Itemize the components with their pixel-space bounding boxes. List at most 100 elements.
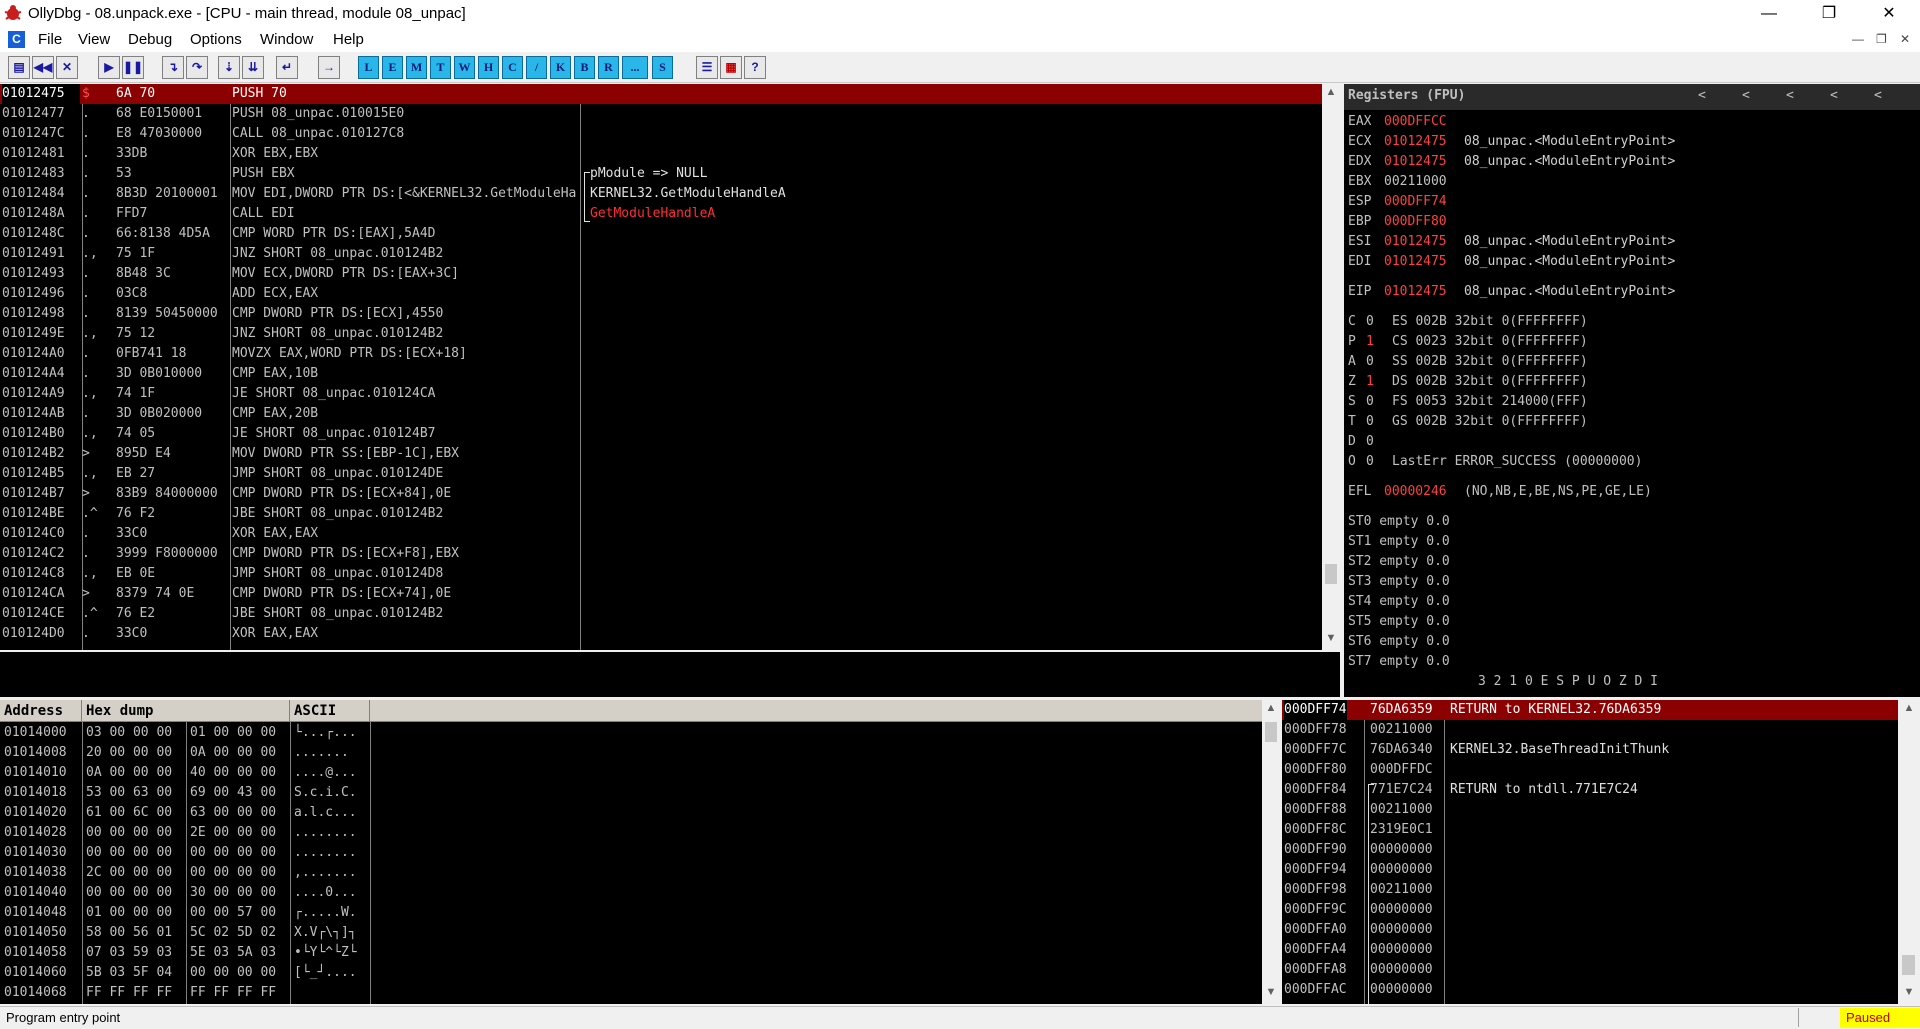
fpu-row[interactable]: ST4 empty 0.0 [1348, 592, 1918, 612]
disasm-row[interactable]: 010124C0. 33C0 XOR EAX,EAX [0, 524, 1322, 544]
disasm-row[interactable]: 010124D0. 33C0 XOR EAX,EAX [0, 624, 1322, 644]
dump-scroll-thumb[interactable] [1265, 722, 1277, 742]
disasm-row[interactable]: 0101248A. FFD7 CALL EDI GetModuleHandleA [0, 204, 1322, 224]
stack-row[interactable]: 000DFFA0 00000000 [1282, 920, 1898, 940]
stack-scroll-up-icon[interactable]: ▲ [1898, 702, 1920, 714]
step-into-icon[interactable]: ↴ [162, 56, 184, 79]
flag-row[interactable]: T 0 GS 002B 32bit 0(FFFFFFFF) [1348, 412, 1918, 432]
dump-scroll-down-icon[interactable]: ▼ [1262, 986, 1280, 998]
step-over-icon[interactable]: ↷ [186, 56, 208, 79]
fpu-row[interactable]: ST3 empty 0.0 [1348, 572, 1918, 592]
register-row[interactable]: EBX 00211000 [1348, 172, 1918, 192]
disasm-row[interactable]: 010124C2. 3999 F8000000 CMP DWORD PTR DS:[… [0, 544, 1322, 564]
register-value[interactable]: 01012475 [1384, 132, 1447, 152]
grid-icon[interactable]: ▦ [720, 56, 742, 79]
scroll-down-arrow-icon[interactable]: ▼ [1322, 632, 1340, 644]
flag-value[interactable]: 0 [1366, 392, 1374, 412]
disasm-row[interactable]: 01012475 $6A 70 PUSH 70 [0, 84, 1322, 104]
menu-options[interactable]: Options [190, 31, 242, 48]
register-row[interactable]: EAX 000DFFCC [1348, 112, 1918, 132]
dump-row[interactable]: 01014038 2C 00 00 00 00 00 00 00,....... [0, 863, 1262, 883]
disasm-row[interactable]: 010124A9., 74 1F JE SHORT 08_unpac.010124C… [0, 384, 1322, 404]
dump-row[interactable]: 01014028 00 00 00 00 2E 00 00 00........ [0, 823, 1262, 843]
stack-scroll-down-icon[interactable]: ▼ [1898, 986, 1920, 998]
disasm-row[interactable]: 0101248C. 66:8138 4D5A CMP WORD PTR DS:[EA… [0, 224, 1322, 244]
flag-value[interactable]: 0 [1366, 452, 1374, 472]
open-icon[interactable]: ▤ [8, 56, 30, 79]
menu-help[interactable]: Help [333, 31, 364, 48]
disasm-row[interactable]: 010124CE .^ 76 E2 JBE SHORT 08_unpac.010124… [0, 604, 1322, 624]
fpu-row[interactable]: ST0 empty 0.0 [1348, 512, 1918, 532]
dump-row[interactable]: 01014030 00 00 00 00 00 00 00 00........ [0, 843, 1262, 863]
flag-value[interactable]: 0 [1366, 412, 1374, 432]
register-value[interactable]: 000DFF80 [1384, 212, 1447, 232]
toolbar-cpu-button[interactable]: C [502, 56, 523, 79]
dump-row[interactable]: 01014048 01 00 00 00 00 00 57 00 ┌.....W. [0, 903, 1262, 923]
menu-file[interactable]: File [38, 31, 62, 48]
fpu-row[interactable]: ST7 empty 0.0 [1348, 652, 1918, 672]
toolbar-source-button[interactable]: S [652, 56, 673, 79]
flag-row[interactable]: O 0 LastErr ERROR_SUCCESS (00000000) [1348, 452, 1918, 472]
execute-till-return-icon[interactable]: ↵ [276, 56, 298, 79]
efl-value[interactable]: 00000246 [1384, 482, 1447, 502]
register-value[interactable]: 000DFF74 [1384, 192, 1447, 212]
disasm-row[interactable]: 010124B7 >83B9 84000000 CMP DWORD PTR DS:[… [0, 484, 1322, 504]
toolbar-runtrace-button[interactable]: ... [622, 56, 648, 79]
close-button[interactable]: ✕ [1866, 0, 1912, 28]
flag-value[interactable]: 1 [1366, 332, 1374, 352]
disasm-row[interactable]: 010124BE .^ 76 F2 JBE SHORT 08_unpac.010124… [0, 504, 1322, 524]
register-nav-3[interactable]: < [1786, 88, 1794, 103]
stack-row[interactable]: 000DFF84 771E7C24 RETURN to ntdll.771E7C24 [1282, 780, 1898, 800]
register-row[interactable]: EIP 01012475 08_unpac.<ModuleEntryPoint> [1348, 282, 1918, 302]
stack-row[interactable]: 000DFF78 00211000 [1282, 720, 1898, 740]
toolbar-modules-button[interactable]: E [382, 56, 403, 79]
disasm-row[interactable]: 01012496. 03C8 ADD ECX,EAX [0, 284, 1322, 304]
register-value[interactable]: 01012475 [1384, 252, 1447, 272]
disasm-row[interactable]: 010124A0. 0FB741 18 MOVZX EAX,WORD PTR DS:… [0, 344, 1322, 364]
register-row[interactable]: ESP 000DFF74 [1348, 192, 1918, 212]
menu-window[interactable]: Window [260, 31, 313, 48]
stack-pane[interactable]: 000DFF74 76DA6359 RETURN to KERNEL32.76DA6… [1282, 700, 1898, 1004]
mdi-close-button[interactable]: ✕ [1900, 32, 1910, 46]
flag-value[interactable]: 1 [1366, 372, 1374, 392]
flag-row[interactable]: D0 [1348, 432, 1918, 452]
cpu-window-icon[interactable]: C [8, 31, 25, 48]
dump-row[interactable]: 01014008 20 00 00 00 0A 00 00 00 ....... [0, 743, 1262, 763]
toolbar-references-button[interactable]: R [598, 56, 619, 79]
stack-row[interactable]: 000DFF8C 2319E0C1 [1282, 820, 1898, 840]
dump-row[interactable]: 01014018 53 00 63 00 69 00 43 00 S.c.i.C. [0, 783, 1262, 803]
register-row[interactable]: ECX 01012475 08_unpac.<ModuleEntryPoint> [1348, 132, 1918, 152]
stack-row[interactable]: 000DFF94 00000000 [1282, 860, 1898, 880]
trace-into-icon[interactable]: ⇣ [218, 56, 240, 79]
stack-row[interactable]: 000DFFA8 00000000 [1282, 960, 1898, 980]
dump-row[interactable]: 01014050 58 00 56 01 5C 02 5D 02 X.V┌\┐]┐ [0, 923, 1262, 943]
flag-value[interactable]: 0 [1366, 432, 1374, 452]
disassembly-scroll-thumb[interactable] [1325, 564, 1337, 584]
flag-row[interactable]: A 0 SS 002B 32bit 0(FFFFFFFF) [1348, 352, 1918, 372]
register-value[interactable]: 01012475 [1384, 152, 1447, 172]
disassembly-pane[interactable]: 01012475 $6A 70 PUSH 70 01012477. 68 E015000… [0, 84, 1322, 650]
toolbar-callstack-button[interactable]: K [550, 56, 571, 79]
registers-pane[interactable]: Registers (FPU) < < < < < EAX 000DFFCC ECX… [1344, 84, 1920, 697]
disasm-row[interactable]: 010124C8., EB 0E JMP SHORT 08_unpac.010124… [0, 564, 1322, 584]
stack-row[interactable]: 000DFF90 00000000 [1282, 840, 1898, 860]
flag-row[interactable]: Z 1 DS 002B 32bit 0(FFFFFFFF) [1348, 372, 1918, 392]
disasm-row[interactable]: 010124B5., EB 27 JMP SHORT 08_unpac.010124… [0, 464, 1322, 484]
register-value[interactable]: 01012475 [1384, 232, 1447, 252]
disasm-row[interactable]: 010124B2 >895D E4 MOV DWORD PTR SS:[EBP-1C… [0, 444, 1322, 464]
disasm-row[interactable]: 0101247C. E8 47030000 CALL 08_unpac.010127… [0, 124, 1322, 144]
dump-header-hex-dump[interactable]: Hex dump [82, 700, 290, 722]
disasm-row[interactable]: 01012483. 53 PUSH EBX pModule => NULL [0, 164, 1322, 184]
register-row[interactable]: EDI 01012475 08_unpac.<ModuleEntryPoint> [1348, 252, 1918, 272]
flag-value[interactable]: 0 [1366, 352, 1374, 372]
dump-header-ascii[interactable]: ASCII [290, 700, 370, 722]
disasm-row[interactable]: 010124CA >8379 74 0E CMP DWORD PTR DS:[ECX… [0, 584, 1322, 604]
stack-row[interactable]: 000DFF74 76DA6359 RETURN to KERNEL32.76DA6… [1282, 700, 1898, 720]
register-nav-5[interactable]: < [1874, 88, 1882, 103]
flag-row[interactable]: P 1 CS 0023 32bit 0(FFFFFFFF) [1348, 332, 1918, 352]
menu-view[interactable]: View [78, 31, 110, 48]
fpu-row[interactable]: ST2 empty 0.0 [1348, 552, 1918, 572]
dump-row[interactable]: 01014058 07 03 59 03 5E 03 5A 03 •└Y└^└Z└ [0, 943, 1262, 963]
disasm-row[interactable]: 01012481. 33DB XOR EBX,EBX [0, 144, 1322, 164]
dump-scrollbar[interactable]: ▲ ▼ [1262, 700, 1280, 1004]
